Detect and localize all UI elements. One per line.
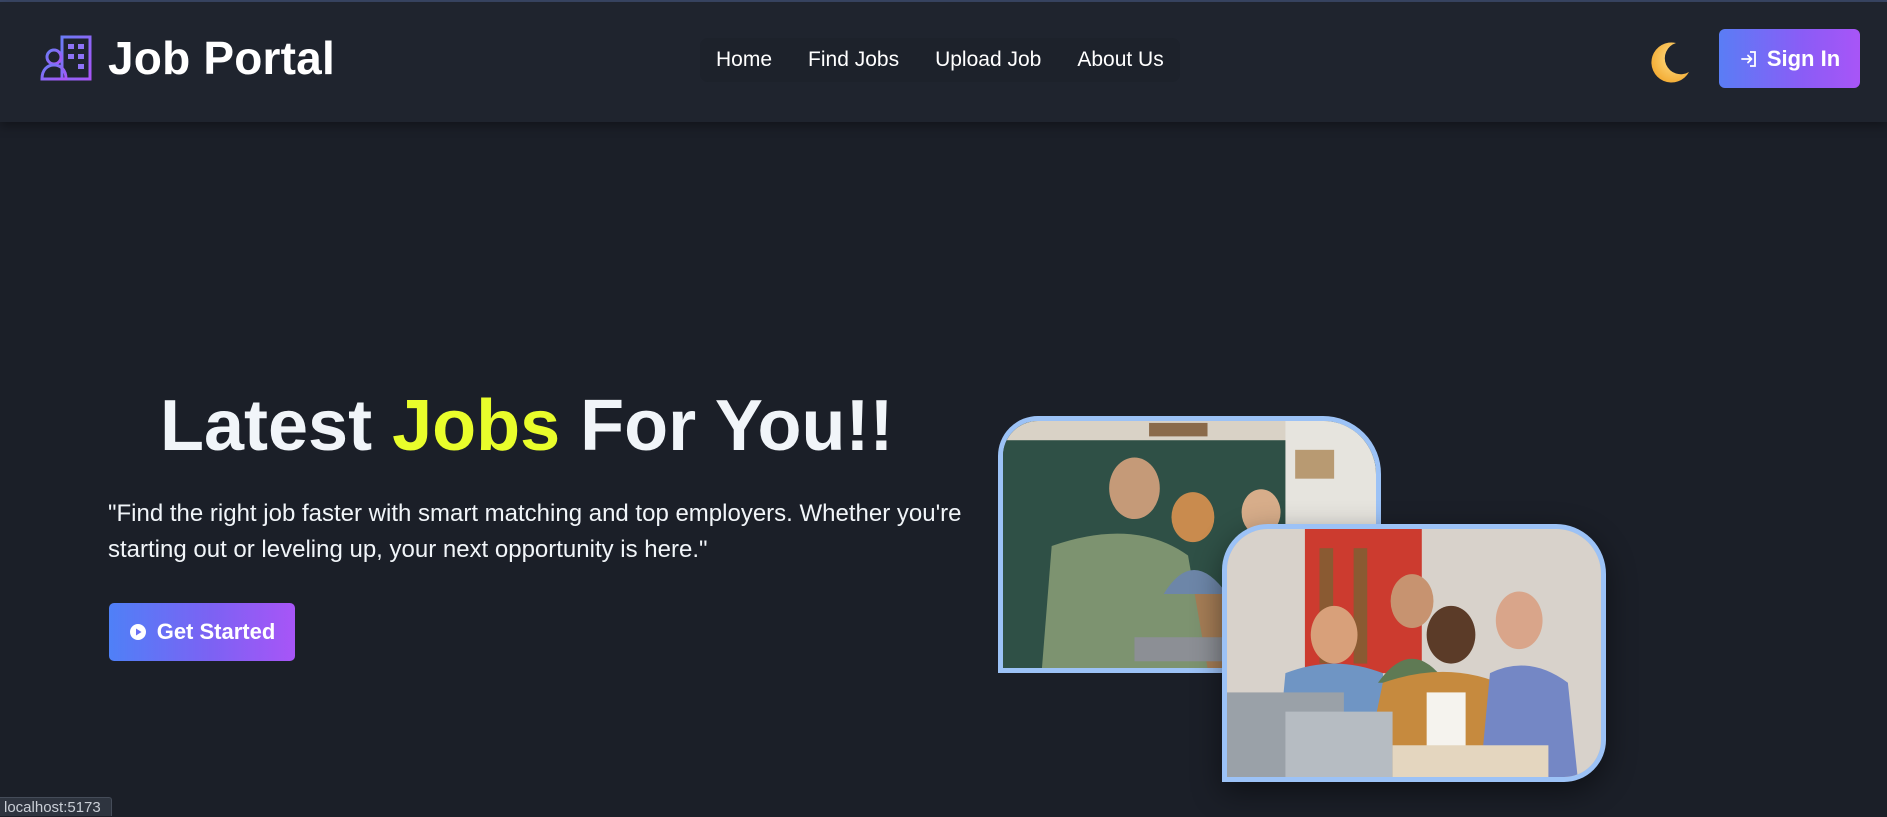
moon-icon[interactable] xyxy=(1646,38,1694,86)
nav-upload-job[interactable]: Upload Job xyxy=(935,48,1041,72)
hero-title-accent: Jobs xyxy=(392,386,561,466)
get-started-label: Get Started xyxy=(156,619,276,644)
play-circle-icon xyxy=(129,624,146,640)
status-bar-url: localhost:5173 xyxy=(0,797,112,816)
sign-in-button[interactable]: Sign In xyxy=(1719,29,1860,88)
nav-home[interactable]: Home xyxy=(716,48,772,72)
nav-find-jobs[interactable]: Find Jobs xyxy=(808,48,899,72)
navbar: Job Portal Home Find Jobs Upload Job Abo… xyxy=(0,2,1887,122)
main-nav: Home Find Jobs Upload Job About Us xyxy=(700,38,1180,82)
get-started-button[interactable]: Get Started xyxy=(109,603,295,661)
hero-title-part2: For You!! xyxy=(580,386,894,466)
nav-about-us[interactable]: About Us xyxy=(1077,48,1163,72)
group-celebration-photo xyxy=(1222,524,1606,782)
building-person-icon xyxy=(40,33,94,83)
brand[interactable]: Job Portal xyxy=(40,32,335,84)
hero-title-part1: Latest xyxy=(160,386,373,466)
brand-name: Job Portal xyxy=(108,32,335,84)
sign-in-label: Sign In xyxy=(1766,45,1841,71)
hero-description: "Find the right job faster with smart ma… xyxy=(108,500,962,563)
sign-in-arrow-icon xyxy=(1740,50,1756,67)
hero-title: Latest Jobs For You!! xyxy=(160,385,893,467)
